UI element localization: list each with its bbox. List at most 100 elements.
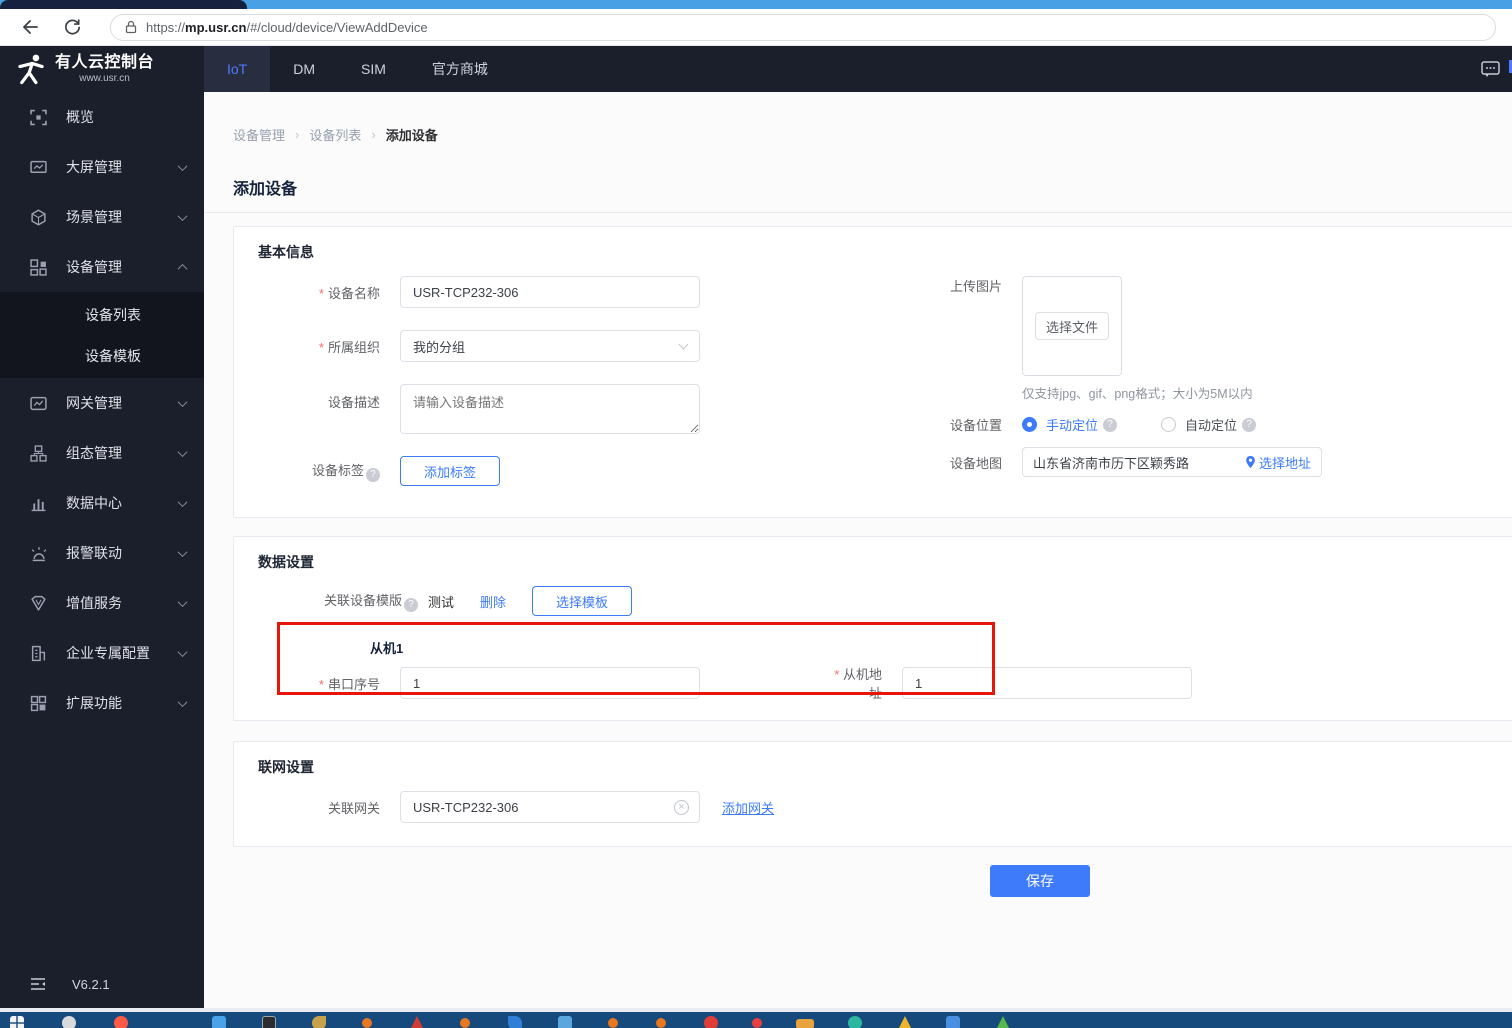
taskbar-app-icon[interactable]	[656, 1018, 666, 1028]
windows-taskbar	[0, 1012, 1512, 1028]
brand-title: 有人云控制台	[55, 54, 155, 72]
app-header: 有人云控制台 www.usr.cn IoT DM SIM 官方商城	[0, 46, 1512, 92]
auto-location-radio[interactable]	[1161, 417, 1177, 432]
sidebar-item-alarm[interactable]: 报警联动	[0, 528, 204, 578]
chevron-down-icon	[177, 596, 188, 607]
back-arrow-icon	[23, 20, 38, 34]
taskbar-app-icon[interactable]	[796, 1019, 814, 1028]
network-settings-card: 联网设置 关联网关 USR-TCP232-306 添加网关	[233, 741, 1512, 847]
location-pin-icon	[1246, 455, 1255, 469]
sidebar-item-enterprise[interactable]: 企业专属配置	[0, 628, 204, 678]
taskbar-app-icon[interactable]	[946, 1016, 960, 1028]
sidebar-item-gateway[interactable]: 网关管理	[0, 378, 204, 428]
organization-select[interactable]: 我的分组	[400, 330, 700, 362]
sidebar-item-extension[interactable]: 扩展功能	[0, 678, 204, 728]
nav-tab-shop[interactable]: 官方商城	[409, 46, 511, 92]
taskbar-app-icon[interactable]	[262, 1016, 276, 1028]
upload-dropzone[interactable]: 选择文件	[1022, 276, 1122, 376]
taskbar-app-icon[interactable]	[848, 1016, 862, 1028]
taskbar-app-icon[interactable]	[62, 1016, 76, 1028]
add-tag-button[interactable]: 添加标签	[400, 456, 500, 486]
choose-file-button[interactable]: 选择文件	[1034, 312, 1109, 340]
sidebar-item-vas[interactable]: 增值服务	[0, 578, 204, 628]
taskbar-app-icon[interactable]	[114, 1016, 128, 1028]
sidebar-item-scene[interactable]: 场景管理	[0, 192, 204, 242]
sidebar: 概览 大屏管理 场景管理 设备管理 设备列表 设备模板 网关管理 组态管理 数据…	[0, 92, 204, 1008]
breadcrumb: 设备管理 › 设备列表 › 添加设备	[233, 125, 1512, 144]
add-gateway-link[interactable]: 添加网关	[722, 798, 774, 817]
nav-tab-dm[interactable]: DM	[270, 46, 338, 92]
taskbar-app-icon[interactable]	[898, 1016, 912, 1028]
refresh-button[interactable]	[58, 13, 86, 41]
taskbar-app-icon[interactable]	[362, 1018, 372, 1028]
clear-icon[interactable]	[674, 799, 689, 815]
alarm-icon	[30, 545, 47, 562]
taskbar-app-icon[interactable]	[312, 1016, 326, 1028]
help-icon[interactable]	[1242, 417, 1257, 432]
vas-icon	[30, 595, 47, 612]
network-settings-title: 联网设置	[258, 759, 314, 775]
breadcrumb-separator: ›	[371, 127, 376, 142]
chevron-down-icon	[177, 160, 188, 171]
device-map-input[interactable]: 山东省济南市历下区颖秀路 选择地址	[1022, 447, 1322, 477]
brand-subtitle: www.usr.cn	[79, 72, 130, 84]
gateway-input[interactable]: USR-TCP232-306	[400, 791, 700, 823]
sidebar-item-device-template[interactable]: 设备模板	[0, 335, 204, 376]
choose-template-button[interactable]: 选择模板	[532, 586, 633, 616]
help-icon[interactable]	[1103, 417, 1118, 432]
usr-person-logo-icon	[18, 54, 44, 85]
taskbar-app-icon[interactable]	[608, 1018, 618, 1028]
version-label: V6.2.1	[72, 976, 110, 992]
message-icon[interactable]	[1481, 60, 1500, 78]
divider	[204, 212, 1512, 213]
brand-logo-block[interactable]: 有人云控制台 www.usr.cn	[0, 46, 204, 92]
sidebar-item-scada[interactable]: 组态管理	[0, 428, 204, 478]
windows-start-icon[interactable]	[10, 1016, 24, 1028]
sidebar-item-device[interactable]: 设备管理	[0, 242, 204, 292]
basic-info-title: 基本信息	[258, 244, 314, 260]
delete-template-link[interactable]: 删除	[480, 592, 506, 611]
browser-active-tab[interactable]	[0, 0, 247, 9]
save-button[interactable]: 保存	[990, 865, 1090, 897]
taskbar-app-icon[interactable]	[508, 1016, 522, 1028]
choose-address-link[interactable]: 选择地址	[1245, 453, 1311, 472]
breadcrumb-device-list[interactable]: 设备列表	[309, 125, 361, 144]
device-submenu: 设备列表 设备模板	[0, 292, 204, 378]
auto-location-label[interactable]: 自动定位	[1185, 415, 1237, 434]
help-icon[interactable]	[404, 598, 419, 612]
chevron-down-icon	[678, 339, 689, 350]
sidebar-item-overview[interactable]: 概览	[0, 92, 204, 142]
organization-label: 所属组织	[258, 337, 400, 356]
taskbar-app-icon[interactable]	[410, 1016, 424, 1028]
enterprise-icon	[30, 645, 47, 662]
sidebar-item-data-center[interactable]: 数据中心	[0, 478, 204, 528]
address-bar[interactable]: https://mp.usr.cn/#/cloud/device/ViewAdd…	[110, 13, 1496, 41]
sidebar-item-big-screen[interactable]: 大屏管理	[0, 142, 204, 192]
taskbar-app-icon[interactable]	[460, 1018, 470, 1028]
taskbar-app-icon[interactable]	[212, 1016, 226, 1028]
data-settings-card: 数据设置 关联设备模版 测试 删除 选择模板 从机1 串口序号 * 从机地址	[233, 536, 1512, 721]
taskbar-app-icon[interactable]	[996, 1016, 1010, 1028]
nav-tab-iot[interactable]: IoT	[204, 46, 271, 92]
taskbar-app-icon[interactable]	[752, 1018, 762, 1028]
template-label: 关联设备模版	[324, 590, 419, 612]
taskbar-app-icon[interactable]	[704, 1016, 718, 1028]
chevron-down-icon	[177, 210, 188, 221]
gateway-label: 关联网关	[327, 800, 380, 816]
manual-location-label[interactable]: 手动定位	[1046, 415, 1098, 434]
nav-tab-sim[interactable]: SIM	[338, 46, 409, 92]
device-desc-textarea[interactable]	[400, 384, 700, 434]
sidebar-item-device-list[interactable]: 设备列表	[0, 294, 204, 335]
taskbar-app-icon[interactable]	[558, 1016, 572, 1028]
device-name-input[interactable]	[400, 276, 700, 308]
breadcrumb-device-mgmt[interactable]: 设备管理	[233, 125, 285, 144]
help-icon[interactable]	[366, 468, 380, 482]
back-button[interactable]	[16, 13, 44, 41]
manual-location-radio[interactable]	[1022, 417, 1037, 432]
collapse-sidebar-icon[interactable]	[30, 977, 46, 991]
data-center-icon	[30, 495, 47, 512]
upload-hint: 仅支持jpg、gif、png格式；大小为5M以内	[1022, 387, 1253, 401]
url-text: https://mp.usr.cn/#/cloud/device/ViewAdd…	[146, 19, 428, 35]
slave-address-input[interactable]	[902, 667, 1192, 699]
serial-port-input[interactable]	[400, 667, 700, 699]
